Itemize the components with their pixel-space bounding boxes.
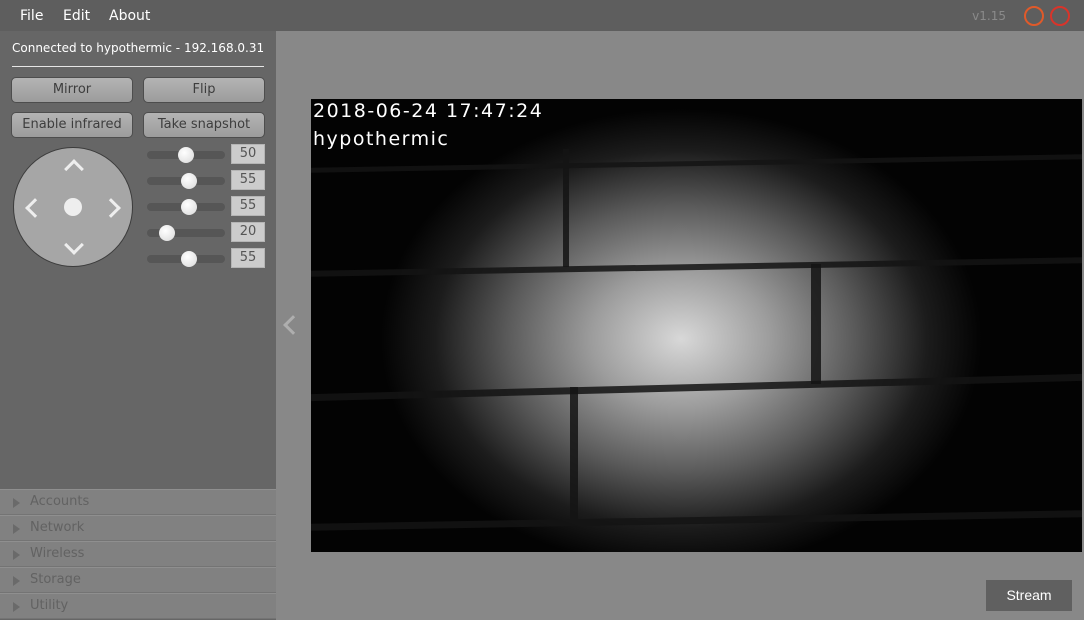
slider-value-field[interactable]: 55 [231,196,265,216]
slider-row: 50 [147,144,267,166]
slider-value-field[interactable]: 55 [231,248,265,268]
version-label: v1.15 [972,9,1006,23]
section-label: Accounts [30,494,90,509]
slider-thumb[interactable] [159,225,176,241]
pan-tilt-dpad [13,147,133,267]
minimize-icon[interactable] [1024,6,1044,26]
slider-thumb[interactable] [181,251,198,267]
brick-mortar [811,264,821,384]
slider-row: 55 [147,248,267,270]
sidebar: Connected to hypothermic - 192.168.0.31 … [0,31,276,620]
slider-thumb[interactable] [181,173,198,189]
expand-triangle-icon [13,498,20,508]
chevron-up-icon[interactable] [64,159,84,179]
menu-about[interactable]: About [109,8,150,24]
slider-thumb[interactable] [178,147,194,163]
video-timestamp: 2018-06-24 17:47:24 [313,100,544,122]
video-camera-name: hypothermic [313,128,450,150]
slider-value-field[interactable]: 20 [231,222,265,242]
section-label: Storage [30,572,81,587]
menubar: File Edit About v1.15 [0,0,1084,31]
section-label: Network [30,520,85,535]
section-label: Utility [30,598,69,613]
section-label: Wireless [30,546,85,561]
slider-row: 20 [147,222,267,244]
chevron-down-icon[interactable] [64,235,84,255]
chevron-left-icon[interactable] [283,315,303,335]
expand-triangle-icon [13,576,20,586]
slider-value-field[interactable]: 50 [231,144,265,164]
home-dot-icon[interactable] [64,198,82,216]
divider [12,66,264,67]
brick-mortar [570,387,578,519]
mirror-button[interactable]: Mirror [11,77,133,103]
expand-triangle-icon [13,550,20,560]
slider-value-field[interactable]: 55 [231,170,265,190]
close-icon[interactable] [1050,6,1070,26]
section-network[interactable]: Network [0,515,276,541]
section-wireless[interactable]: Wireless [0,541,276,567]
menu-edit[interactable]: Edit [63,8,90,24]
chevron-right-icon[interactable] [101,198,121,218]
expand-triangle-icon [13,524,20,534]
slider-row: 55 [147,196,267,218]
section-storage[interactable]: Storage [0,567,276,593]
take-snapshot-button[interactable]: Take snapshot [143,112,265,138]
app-window: File Edit About v1.15 Connected to hypot… [0,0,1084,620]
section-accounts[interactable]: Accounts [0,489,276,515]
flip-button[interactable]: Flip [143,77,265,103]
stream-button[interactable]: Stream [986,580,1072,611]
camera-video-feed: 2018-06-24 17:47:24 hypothermic [311,99,1082,552]
menu-file[interactable]: File [20,8,43,24]
connection-status: Connected to hypothermic - 192.168.0.31 [12,41,265,55]
brick-mortar [563,149,569,267]
section-utility[interactable]: Utility [0,593,276,619]
chevron-left-icon[interactable] [25,198,45,218]
enable-infrared-button[interactable]: Enable infrared [11,112,133,138]
slider-row: 55 [147,170,267,192]
slider-thumb[interactable] [181,199,198,215]
settings-accordion: Accounts Network Wireless Storage Utilit… [0,489,276,619]
expand-triangle-icon [13,602,20,612]
